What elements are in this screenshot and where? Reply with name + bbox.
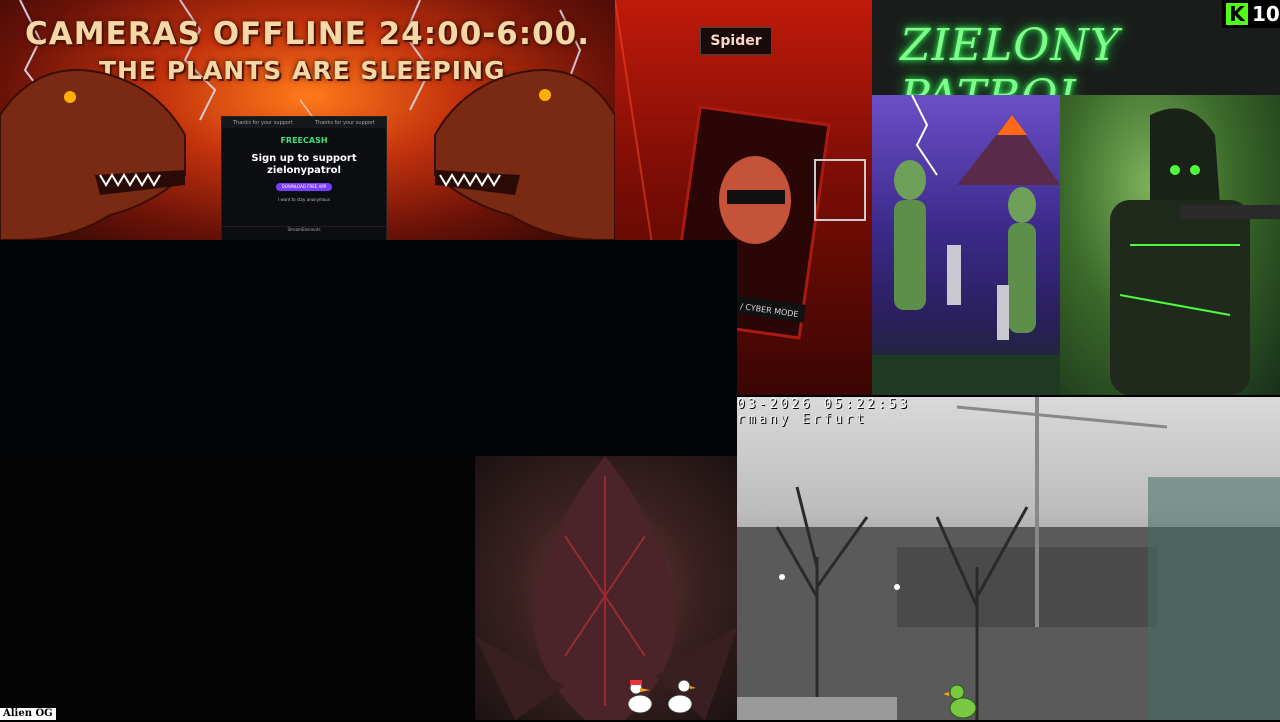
trex-right-image <box>434 69 615 240</box>
bud-illustration <box>475 456 738 720</box>
neon-title: ZIELONY PATROL <box>900 20 1120 95</box>
kick-logo-icon: K <box>1226 3 1248 25</box>
trex-left-image <box>0 69 186 240</box>
freecash-topbar: Thanks for your support Thanks for your … <box>222 117 386 128</box>
topbar-text: Thanks for your support <box>232 119 294 126</box>
viewer-count: 10 <box>1252 2 1280 26</box>
cannabis-bud-image <box>475 456 738 720</box>
freecash-popup: Thanks for your support Thanks for your … <box>221 116 387 242</box>
kick-viewer-count: K 10 <box>1222 0 1280 28</box>
webcam-location: rmany Erfurt <box>737 412 867 427</box>
download-button[interactable]: DOWNLOAD FREE APP <box>276 183 332 191</box>
spider-sign: Spider <box>700 27 772 55</box>
webcam-timestamp: 03-2026 05:22:53 <box>737 397 911 412</box>
empty-video-area <box>0 456 475 720</box>
banner-line-1: CAMERAS OFFLINE 24:00-6:00. <box>24 16 591 52</box>
goose-sticker-icon <box>667 679 696 714</box>
anonymous-link[interactable]: I want to stay anonymous <box>222 197 386 202</box>
streamelements-footer: StreamElements <box>222 226 386 241</box>
zielony-patrol-neon: ZIELONY PATROL <box>872 0 1280 95</box>
empty-video-area <box>0 240 737 456</box>
freecash-logo: FREECASH <box>280 136 328 145</box>
topbar-text: Thanks for your support <box>314 119 376 126</box>
aliens-illustration <box>872 95 1060 395</box>
freecash-title: Sign up to support zielonypatrol <box>251 153 357 176</box>
strain-label: Alien OG <box>0 708 56 720</box>
soldier-illustration <box>1110 108 1280 395</box>
gasmask-soldier-image <box>1060 95 1280 395</box>
footer-brand: StreamElements <box>287 227 321 232</box>
webcam-overlay <box>1148 477 1280 720</box>
duck-sticker-icon <box>943 684 977 719</box>
aliens-image <box>872 95 1060 395</box>
goose-sticker-icon <box>627 680 653 714</box>
